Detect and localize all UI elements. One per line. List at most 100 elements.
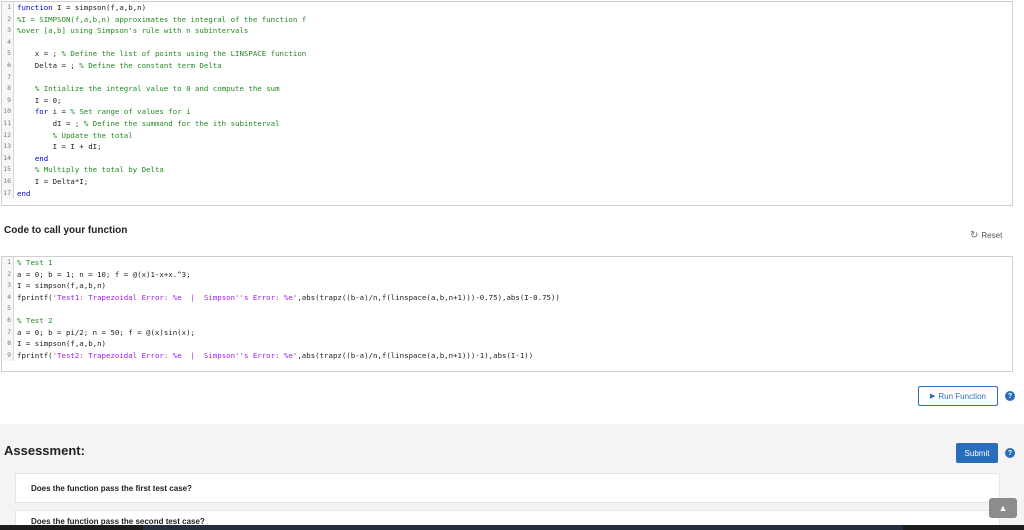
code-line[interactable]: 16 I = Delta*I; [2, 175, 1012, 188]
line-number: 13 [2, 141, 14, 153]
code-line[interactable]: 1 function I = simpson(f,a,b,n) [2, 2, 1012, 14]
question-card-1[interactable]: Does the function pass the first test ca… [15, 473, 1000, 503]
code-line[interactable]: 7 [2, 71, 1012, 84]
code-text: I = simpson(f,a,b,n) [14, 338, 106, 350]
scroll-to-top-button[interactable]: ▲ [989, 498, 1017, 518]
code-keyword: function [17, 3, 53, 12]
line-number: 1 [2, 257, 14, 269]
code-text: % Intialize the integral value to 0 and … [14, 83, 280, 95]
code-comment: % Update the total [52, 130, 133, 140]
code-token: I = simpson(f,a,b,n) [17, 281, 106, 291]
code-comment: %I = SIMPSON(f,a,b,n) approximates the i… [17, 14, 307, 24]
line-number: 4 [2, 36, 14, 49]
code-line[interactable]: 2a = 0; b = 1; n = 10; f = @(x)1-x+x.^3; [2, 268, 1012, 281]
code-line[interactable]: 3 %over [a,b] using Simpson's rule with n… [2, 25, 1012, 37]
code-text: I = I + dI; [14, 141, 102, 153]
code-text: x = ; % Define the list of points using … [14, 48, 306, 60]
code-text: % Multiply the total by Delta [14, 164, 164, 176]
code-line[interactable]: 8 % Intialize the integral value to 0 an… [2, 83, 1012, 95]
run-function-button[interactable]: ▶ Run Function [918, 386, 998, 406]
code-token: a = 0; b = pi/2; n = 50; f = @(x)sin(x); [17, 327, 195, 337]
reset-label: Reset [981, 231, 1003, 240]
line-number: 9 [2, 94, 14, 107]
code-line[interactable]: 4 [2, 36, 1012, 49]
play-icon: ▶ [930, 393, 936, 400]
code-token: ,abs(trapz((b-a)/n,f(linspace(a,b,n+1)))… [297, 350, 534, 360]
code-token: x = ; [17, 49, 62, 59]
code-line[interactable]: 8I = simpson(f,a,b,n) [2, 338, 1012, 350]
line-number: 7 [2, 71, 14, 84]
code-line[interactable]: 9 fprintf('Test2: Trapezoidal Error: %e |… [2, 349, 1012, 362]
line-number: 1 [2, 2, 14, 14]
code-line[interactable]: 10 for i = % Set range of values for i [2, 106, 1012, 118]
code-text: %I = SIMPSON(f,a,b,n) approximates the i… [14, 14, 306, 26]
function-code-editor[interactable]: 1 function I = simpson(f,a,b,n) 2 %I = SIMP… [1, 1, 1013, 206]
code-text: a = 0; b = pi/2; n = 50; f = @(x)sin(x); [14, 327, 195, 339]
line-number: 8 [2, 338, 14, 350]
code-text: I = 0; [14, 95, 62, 107]
code-token: I = Delta*I; [17, 176, 89, 186]
code-line[interactable]: 1% Test 1 [2, 257, 1012, 269]
code-line[interactable]: 3I = simpson(f,a,b,n) [2, 280, 1012, 292]
question-text: Does the function pass the first test ca… [31, 484, 192, 493]
code-line[interactable]: 6 Delta = ; % Define the constant term D… [2, 59, 1012, 72]
code-line[interactable]: 7a = 0; b = pi/2; n = 50; f = @(x)sin(x)… [2, 326, 1012, 339]
code-keyword: end [17, 188, 31, 198]
line-number: 14 [2, 152, 14, 165]
code-comment: % Test 1 [17, 258, 53, 267]
code-token: I = I + dI; [17, 142, 102, 152]
code-line[interactable]: 5 [2, 303, 1012, 315]
bottom-bar [0, 525, 1024, 530]
line-number: 4 [2, 291, 14, 304]
reset-button[interactable]: ↻ Reset [970, 230, 1002, 241]
code-line[interactable]: 6% Test 2 [2, 314, 1012, 327]
code-token: ,abs(trapz((b-a)/n,f(linspace(a,b,n+1)))… [297, 292, 560, 302]
line-number: 3 [2, 280, 14, 292]
code-token: I = simpson(f,a,b,n) [52, 3, 147, 12]
code-text: function I = simpson(f,a,b,n) [14, 2, 146, 14]
code-comment: % Define the constant term Delta [79, 60, 222, 70]
run-help-icon[interactable]: ? [1005, 391, 1015, 401]
code-comment: % Intialize the integral value to 0 and … [34, 84, 280, 94]
line-number: 8 [2, 83, 14, 95]
code-line[interactable]: 13 I = I + dI; [2, 141, 1012, 153]
code-line[interactable]: 11 dI = ; % Define the summand for the i… [2, 117, 1012, 130]
refresh-icon: ↻ [970, 230, 979, 241]
code-string: 'Test1: Trapezoidal Error: %e | Simpson'… [52, 292, 298, 302]
code-line[interactable]: 2 %I = SIMPSON(f,a,b,n) approximates the … [2, 13, 1012, 26]
assessment-title: Assessment: [4, 443, 85, 458]
code-text: end [14, 153, 48, 165]
code-comment: % Test 2 [17, 315, 53, 325]
run-function-label: Run Function [938, 391, 986, 401]
code-line[interactable]: 4 fprintf('Test1: Trapezoidal Error: %e |… [2, 291, 1012, 304]
code-text: % Test 1 [14, 257, 53, 269]
code-text: I = Delta*I; [14, 176, 88, 188]
line-number: 2 [2, 268, 14, 281]
code-comment: % Define the list of points using the LI… [61, 49, 307, 59]
code-text: a = 0; b = 1; n = 10; f = @(x)1-x+x.^3; [14, 269, 191, 281]
code-token: i = [48, 107, 71, 117]
line-number: 9 [2, 349, 14, 362]
code-text: % Test 2 [14, 315, 53, 327]
code-token: dI = ; [17, 118, 84, 128]
code-line[interactable]: 17 end [2, 187, 1012, 200]
code-line[interactable]: 12 % Update the total [2, 129, 1012, 142]
code-line[interactable]: 14 end [2, 152, 1012, 165]
code-token: I = simpson(f,a,b,n) [17, 339, 106, 349]
code-text: I = simpson(f,a,b,n) [14, 280, 106, 292]
line-number: 6 [2, 59, 14, 72]
code-line[interactable]: 9 I = 0; [2, 94, 1012, 107]
code-line[interactable]: 15 % Multiply the total by Delta [2, 164, 1012, 176]
call-code-editor[interactable]: 1% Test 12a = 0; b = 1; n = 10; f = @(x)… [1, 256, 1013, 372]
code-text: % Update the total [14, 130, 133, 142]
submit-help-icon[interactable]: ? [1005, 448, 1015, 458]
code-line[interactable]: 5 x = ; % Define the list of points usin… [2, 48, 1012, 60]
line-number: 3 [2, 25, 14, 37]
code-keyword: end [34, 153, 49, 163]
code-token: fprintf( [17, 292, 53, 302]
submit-button[interactable]: Submit [956, 443, 998, 463]
chevron-up-icon: ▲ [998, 503, 1008, 513]
